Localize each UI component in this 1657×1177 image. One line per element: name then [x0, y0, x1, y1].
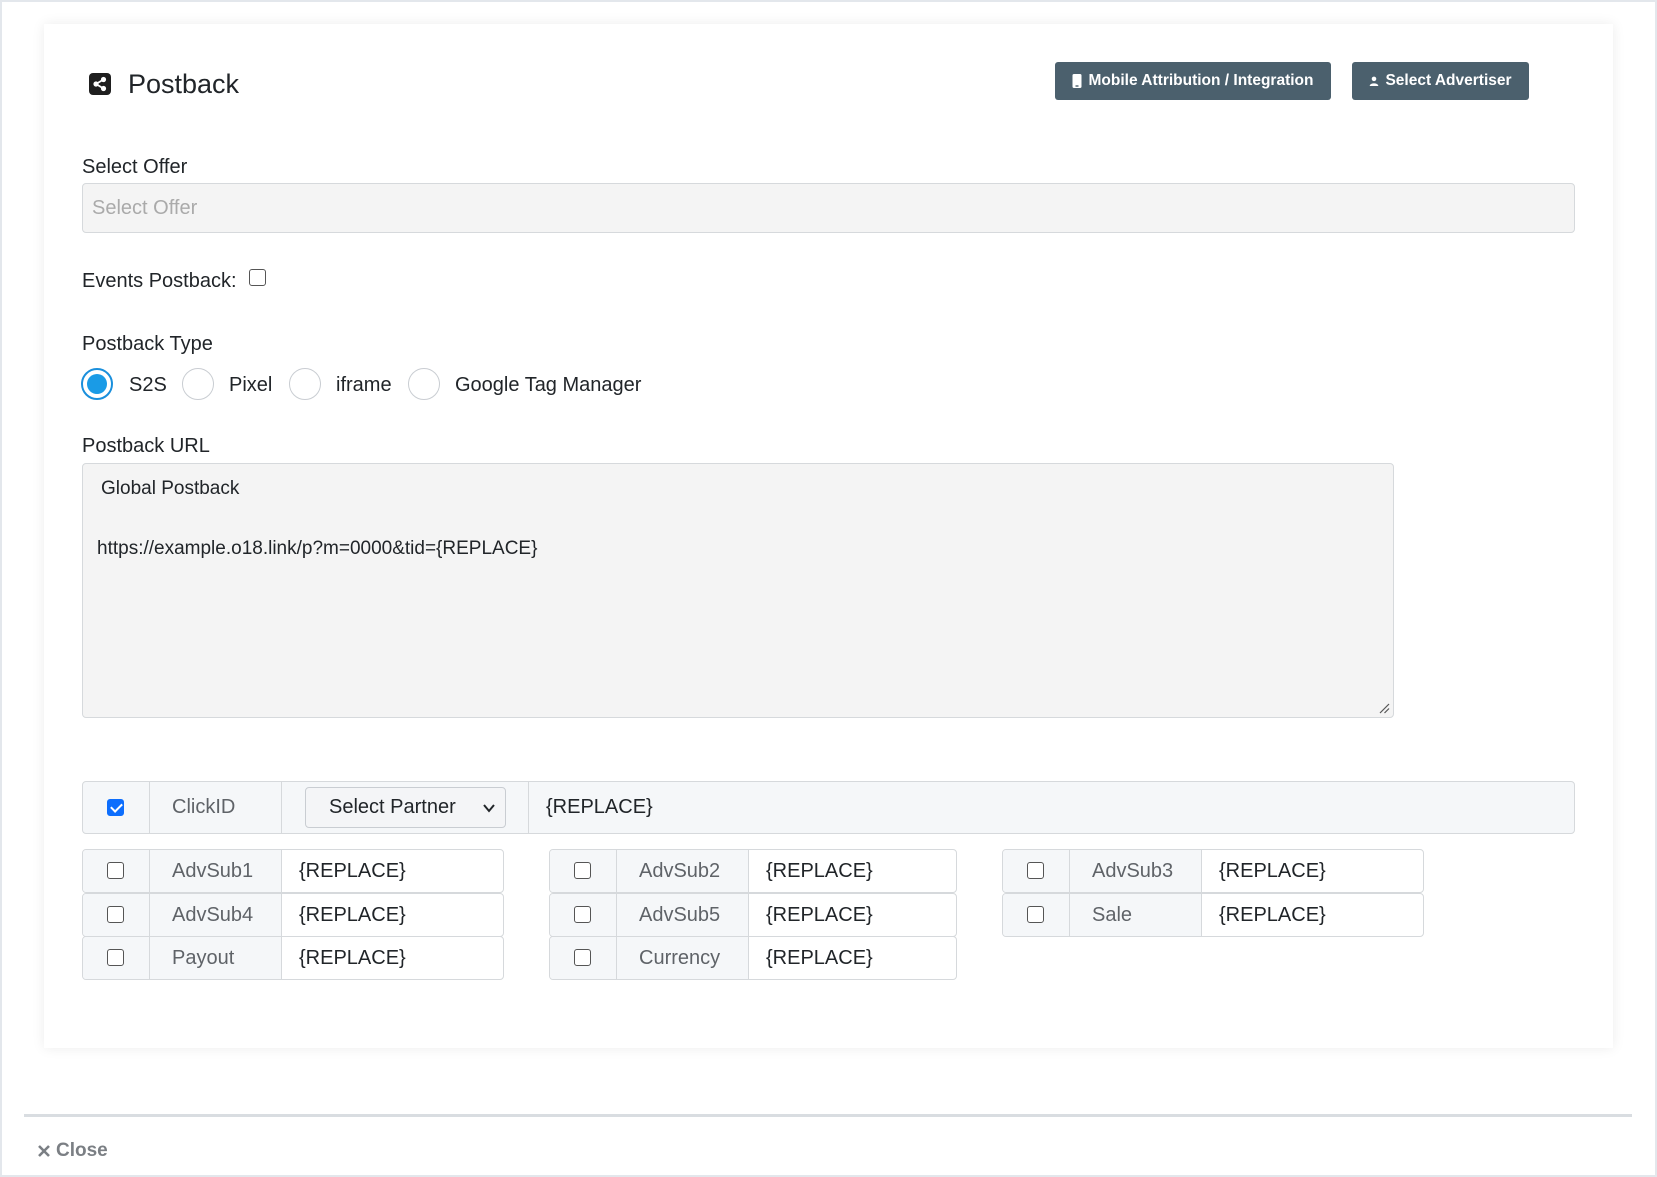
- mobile-attribution-label: Mobile Attribution / Integration: [1088, 72, 1314, 89]
- radio-s2s-label: S2S: [129, 374, 167, 396]
- param-value[interactable]: {REPLACE}: [282, 850, 503, 892]
- resize-handle-icon[interactable]: [1378, 702, 1390, 714]
- param-value[interactable]: {REPLACE}: [1202, 894, 1423, 936]
- clickid-check-cell: [83, 782, 150, 833]
- param-name: Currency: [617, 937, 749, 979]
- mobile-attribution-button[interactable]: Mobile Attribution / Integration: [1055, 62, 1331, 100]
- advsub2-checkbox[interactable]: [574, 862, 591, 879]
- param-row-advsub1: AdvSub1 {REPLACE}: [82, 849, 504, 893]
- radio-s2s[interactable]: [81, 368, 113, 400]
- radio-pixel-label: Pixel: [229, 374, 273, 396]
- currency-checkbox[interactable]: [574, 949, 591, 966]
- select-advertiser-label: Select Advertiser: [1385, 72, 1512, 89]
- param-row-advsub5: AdvSub5 {REPLACE}: [549, 893, 957, 937]
- close-icon: [38, 1145, 50, 1157]
- param-value[interactable]: {REPLACE}: [1202, 850, 1423, 892]
- partner-select[interactable]: Select Partner: [305, 787, 506, 828]
- partner-select-cell: Select Partner: [282, 782, 529, 833]
- partner-select-label: Select Partner: [329, 796, 456, 818]
- close-label: Close: [56, 1140, 108, 1161]
- param-name: AdvSub3: [1070, 850, 1202, 892]
- param-check-cell: [1003, 894, 1070, 936]
- param-name: AdvSub5: [617, 894, 749, 936]
- param-check-cell: [1003, 850, 1070, 892]
- param-name: AdvSub1: [150, 850, 282, 892]
- events-postback-label: Events Postback:: [82, 270, 237, 292]
- select-advertiser-button[interactable]: Select Advertiser: [1352, 62, 1529, 100]
- advsub1-checkbox[interactable]: [107, 862, 124, 879]
- param-name: Sale: [1070, 894, 1202, 936]
- events-postback-checkbox[interactable]: [249, 269, 266, 286]
- share-icon: [89, 73, 111, 95]
- advsub3-checkbox[interactable]: [1027, 862, 1044, 879]
- param-name: Payout: [150, 937, 282, 979]
- param-check-cell: [83, 937, 150, 979]
- mobile-icon: [1072, 74, 1082, 88]
- radio-gtm-label: Google Tag Manager: [455, 374, 642, 396]
- user-icon: [1370, 76, 1379, 86]
- radio-iframe[interactable]: [289, 368, 321, 400]
- param-check-cell: [550, 937, 617, 979]
- footer-divider: [24, 1114, 1632, 1117]
- close-button[interactable]: Close: [37, 1140, 108, 1162]
- param-row-currency: Currency {REPLACE}: [549, 936, 957, 980]
- postback-type-label: Postback Type: [82, 333, 213, 355]
- chevron-down-icon: [483, 804, 495, 813]
- select-offer-label: Select Offer: [82, 156, 188, 178]
- postback-url-line-2: https://example.o18.link/p?m=0000&tid={R…: [97, 538, 538, 559]
- param-value[interactable]: {REPLACE}: [749, 894, 956, 936]
- clickid-value[interactable]: {REPLACE}: [529, 782, 1574, 833]
- param-check-cell: [83, 894, 150, 936]
- radio-iframe-label: iframe: [336, 374, 392, 396]
- radio-gtm[interactable]: [408, 368, 440, 400]
- clickid-name: ClickID: [150, 782, 282, 833]
- param-value[interactable]: {REPLACE}: [749, 850, 956, 892]
- clickid-checkbox[interactable]: [107, 799, 124, 816]
- advsub5-checkbox[interactable]: [574, 906, 591, 923]
- param-value[interactable]: {REPLACE}: [749, 937, 956, 979]
- param-check-cell: [83, 850, 150, 892]
- param-row-sale: Sale {REPLACE}: [1002, 893, 1424, 937]
- payout-checkbox[interactable]: [107, 949, 124, 966]
- select-offer-input[interactable]: Select Offer: [82, 183, 1575, 233]
- clickid-row: ClickID Select Partner {REPLACE}: [82, 781, 1575, 834]
- postback-url-line-1: Global Postback: [101, 478, 240, 499]
- param-check-cell: [550, 850, 617, 892]
- postback-url-textarea[interactable]: Global Postback https://example.o18.link/…: [82, 463, 1394, 718]
- param-check-cell: [550, 894, 617, 936]
- param-value[interactable]: {REPLACE}: [282, 937, 503, 979]
- param-name: AdvSub2: [617, 850, 749, 892]
- sale-checkbox[interactable]: [1027, 906, 1044, 923]
- param-value[interactable]: {REPLACE}: [282, 894, 503, 936]
- param-name: AdvSub4: [150, 894, 282, 936]
- postback-url-label: Postback URL: [82, 435, 210, 457]
- param-row-payout: Payout {REPLACE}: [82, 936, 504, 980]
- param-row-advsub4: AdvSub4 {REPLACE}: [82, 893, 504, 937]
- advsub4-checkbox[interactable]: [107, 906, 124, 923]
- page-title: Postback: [128, 69, 240, 99]
- param-row-advsub2: AdvSub2 {REPLACE}: [549, 849, 957, 893]
- param-row-advsub3: AdvSub3 {REPLACE}: [1002, 849, 1424, 893]
- select-offer-placeholder: Select Offer: [92, 196, 198, 219]
- radio-pixel[interactable]: [182, 368, 214, 400]
